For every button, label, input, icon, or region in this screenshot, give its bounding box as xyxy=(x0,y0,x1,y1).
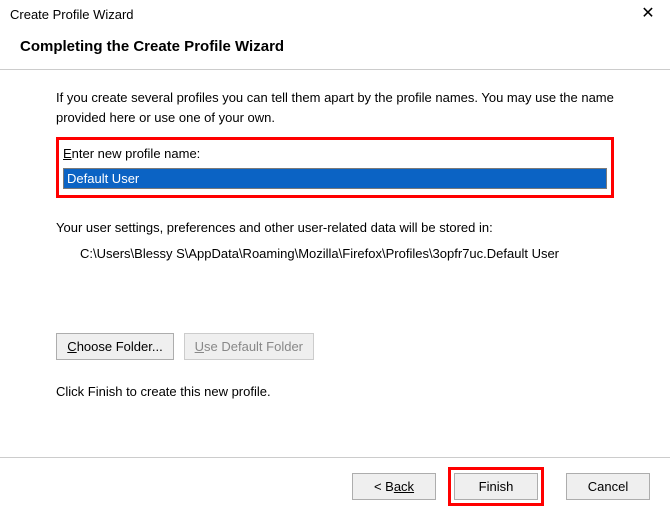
choose-folder-button[interactable]: Choose Folder... xyxy=(56,333,174,360)
cancel-button[interactable]: Cancel xyxy=(566,473,650,500)
folder-buttons-row: Choose Folder... Use Default Folder xyxy=(56,333,614,360)
back-button[interactable]: < Back xyxy=(352,473,436,500)
use-default-folder-button[interactable]: Use Default Folder xyxy=(184,333,314,360)
window-title: Create Profile Wizard xyxy=(10,7,134,22)
wizard-header-title: Completing the Create Profile Wizard xyxy=(20,38,284,55)
close-icon[interactable]: ✕ xyxy=(636,6,660,22)
store-location-text: Your user settings, preferences and othe… xyxy=(56,218,614,238)
intro-text: If you create several profiles you can t… xyxy=(56,88,614,127)
finish-highlight: Finish xyxy=(448,467,544,506)
finish-button[interactable]: Finish xyxy=(454,473,538,500)
profile-name-label: Enter new profile name: xyxy=(63,144,200,164)
profile-name-input[interactable] xyxy=(64,169,606,188)
profile-name-highlight: Enter new profile name: xyxy=(56,137,614,198)
click-finish-text: Click Finish to create this new profile. xyxy=(56,382,614,402)
wizard-content: If you create several profiles you can t… xyxy=(0,70,670,402)
profile-name-field-wrap xyxy=(63,168,607,190)
profile-path: C:\Users\Blessy S\AppData\Roaming\Mozill… xyxy=(56,244,566,264)
titlebar: Create Profile Wizard ✕ xyxy=(0,0,670,28)
wizard-footer: < Back Finish Cancel xyxy=(0,457,670,515)
wizard-header: Completing the Create Profile Wizard xyxy=(0,28,670,70)
